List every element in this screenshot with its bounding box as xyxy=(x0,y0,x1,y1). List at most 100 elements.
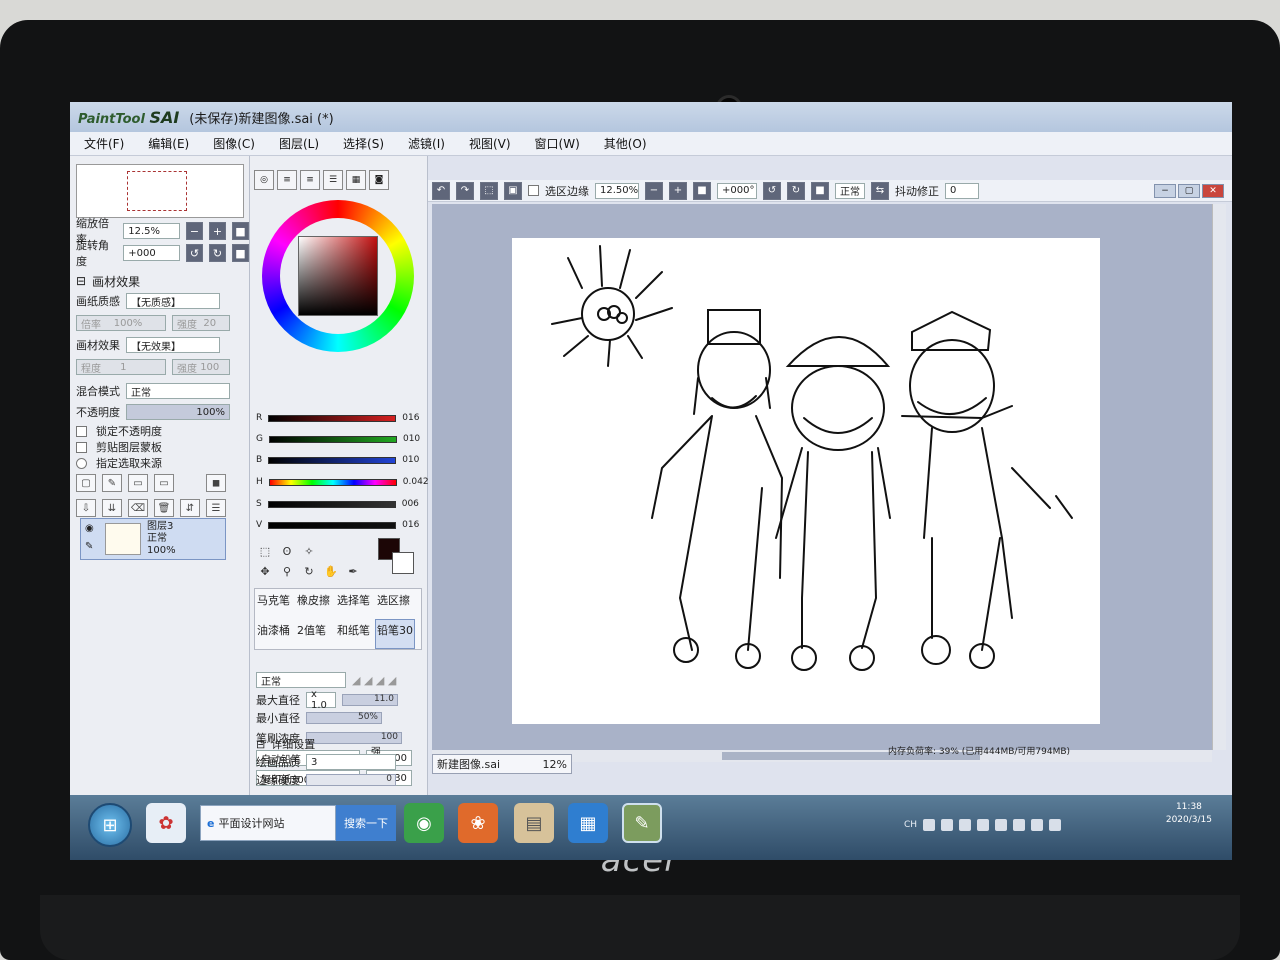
blend-mode-select[interactable]: 正常 xyxy=(126,383,230,399)
lasso-icon[interactable]: ʘ xyxy=(278,542,296,560)
hsv-slider-tab-icon[interactable]: ≡ xyxy=(300,170,320,190)
color-slider-value[interactable]: 010 xyxy=(402,455,419,465)
rotate-left-button[interactable]: ↺ xyxy=(186,244,204,262)
rotate-reset-icon[interactable]: ■ xyxy=(811,181,829,200)
invert-selection-icon[interactable]: ▣ xyxy=(504,181,522,200)
transfer-down-icon[interactable]: ⇩ xyxy=(76,499,96,517)
color-wheel-tab-icon[interactable]: ◎ xyxy=(254,170,274,190)
quality-select[interactable]: 3 xyxy=(306,754,396,770)
color-slider-value[interactable]: 010 xyxy=(403,434,420,444)
brush-washi-pen[interactable]: 和纸笔 xyxy=(335,619,375,649)
language-indicator[interactable]: CH xyxy=(904,820,917,830)
color-wheel[interactable] xyxy=(262,200,414,352)
brush-shape-presets[interactable]: ◢ ◢ ◢ ◢ xyxy=(352,674,396,687)
color-mixer-tab-icon[interactable]: ☰ xyxy=(323,170,343,190)
lock-opacity-checkbox[interactable] xyxy=(76,425,87,437)
brush-mode-select[interactable]: 正常 xyxy=(256,672,346,688)
app-pinwheel-icon[interactable]: ✿ xyxy=(146,803,186,843)
color-slider[interactable] xyxy=(268,414,397,422)
menu-image[interactable]: 图像(C) xyxy=(213,135,255,152)
selection-edge-checkbox[interactable] xyxy=(528,185,539,196)
new-folder-2-icon[interactable]: ▭ xyxy=(154,474,174,492)
maximize-icon[interactable]: ▢ xyxy=(1178,184,1200,198)
app-grid-icon[interactable]: ▦ xyxy=(568,803,608,843)
file-explorer-icon[interactable]: ▤ xyxy=(514,803,554,843)
eyedropper-icon[interactable]: ✒ xyxy=(344,562,362,580)
clip-mask-checkbox[interactable] xyxy=(76,441,87,453)
layer-row[interactable]: ◉ ✎ 图层3 正常 100% xyxy=(80,518,226,560)
saturation-value-square[interactable] xyxy=(298,236,378,316)
layer-mask-icon[interactable]: ◼ xyxy=(206,474,226,492)
menu-edit[interactable]: 编辑(E) xyxy=(148,135,189,152)
min-size-slider[interactable]: 50% xyxy=(306,712,382,724)
new-folder-icon[interactable]: ▭ xyxy=(128,474,148,492)
volume-icon[interactable] xyxy=(1049,819,1062,831)
new-layer-icon[interactable]: ▢ xyxy=(76,474,96,492)
zoom-out-button[interactable]: − xyxy=(186,222,204,240)
drawing-paper[interactable] xyxy=(512,238,1100,724)
canvas-area[interactable] xyxy=(432,204,1212,750)
select-source-radio[interactable] xyxy=(76,457,87,469)
hand-icon[interactable]: ✋ xyxy=(322,562,340,580)
color-slider[interactable] xyxy=(268,435,397,443)
menu-window[interactable]: 窗口(W) xyxy=(535,135,580,152)
tray-icon[interactable] xyxy=(977,819,990,831)
color-slider-value[interactable]: 016 xyxy=(402,520,419,530)
opacity-slider[interactable]: 100% xyxy=(126,404,230,420)
zoom-in-button[interactable]: + xyxy=(209,222,227,240)
tray-icon[interactable] xyxy=(941,819,954,831)
new-linework-layer-icon[interactable]: ✎ xyxy=(102,474,122,492)
rotate-cw-icon[interactable]: ↻ xyxy=(787,181,805,200)
menu-layer[interactable]: 图层(L) xyxy=(279,135,319,152)
rotate-field[interactable]: +000 xyxy=(123,245,181,261)
background-color[interactable] xyxy=(392,552,414,574)
edge-slider[interactable]: 0 xyxy=(306,774,396,786)
rotate-right-button[interactable]: ↻ xyxy=(209,244,227,262)
painttool-sai-icon[interactable]: ✎ xyxy=(622,803,662,843)
ie-search-box[interactable]: e 平面设计网站 xyxy=(200,805,336,841)
brush-binary-pen[interactable]: 2值笔 xyxy=(295,619,335,649)
color-slider-value[interactable]: 016 xyxy=(402,413,419,423)
erase-layer-icon[interactable]: ⌫ xyxy=(128,499,148,517)
brush-bucket[interactable]: 油漆桶 xyxy=(255,619,295,649)
brush-icon[interactable]: ✎ xyxy=(85,541,93,552)
color-slider[interactable] xyxy=(268,478,397,486)
rotate-reset-button[interactable]: ■ xyxy=(232,244,249,262)
undo-icon[interactable]: ↶ xyxy=(432,181,450,200)
brush-select-pen[interactable]: 选择笔 xyxy=(335,589,375,619)
magic-wand-icon[interactable]: ✧ xyxy=(300,542,318,560)
photos-icon[interactable]: ❀ xyxy=(458,803,498,843)
tray-icon[interactable] xyxy=(923,819,936,831)
menu-file[interactable]: 文件(F) xyxy=(84,135,124,152)
menu-filter[interactable]: 滤镜(I) xyxy=(408,135,445,152)
move-icon[interactable]: ✥ xyxy=(256,562,274,580)
brush-pencil-30[interactable]: 铅笔30 xyxy=(375,619,415,649)
zoom-plus-icon[interactable]: + xyxy=(669,181,687,200)
vertical-scrollbar[interactable] xyxy=(1212,204,1226,750)
rgb-slider-tab-icon[interactable]: ≡ xyxy=(277,170,297,190)
color-slider[interactable] xyxy=(268,521,397,529)
layer-props-icon[interactable]: ☰ xyxy=(206,499,226,517)
close-icon[interactable]: ✕ xyxy=(1202,184,1224,198)
swatches-tab-icon[interactable]: ▦ xyxy=(346,170,366,190)
navigator-preview[interactable] xyxy=(76,164,244,218)
rect-select-icon[interactable]: ⬚ xyxy=(256,542,274,560)
detail-settings-header[interactable]: ⊟ 详细设置 xyxy=(256,736,315,752)
color-slider[interactable] xyxy=(268,456,397,464)
menu-other[interactable]: 其他(O) xyxy=(604,135,647,152)
zoom-minus-icon[interactable]: − xyxy=(645,181,663,200)
layer-move-icon[interactable]: ⇵ xyxy=(180,499,200,517)
canvas-blend-field[interactable]: 正常 xyxy=(835,182,865,199)
rotate-ccw-icon[interactable]: ↺ xyxy=(763,181,781,200)
rotate-icon[interactable]: ↻ xyxy=(300,562,318,580)
canvas-angle-field[interactable]: +000° xyxy=(717,182,757,199)
tray-icon[interactable] xyxy=(1013,819,1026,831)
brush-marker[interactable]: 马克笔 xyxy=(255,589,295,619)
zoom-field[interactable]: 12.5% xyxy=(123,223,181,239)
color-slider-value[interactable]: 006 xyxy=(402,499,419,509)
document-tab[interactable]: 新建图像.sai 12% xyxy=(432,754,572,774)
zoom-reset-button[interactable]: ■ xyxy=(232,222,249,240)
effect-select[interactable]: 【无效果】 xyxy=(126,337,220,353)
navigator-viewport[interactable] xyxy=(127,171,187,211)
texture-section-header[interactable]: ⊟ 画材效果 xyxy=(76,272,140,290)
